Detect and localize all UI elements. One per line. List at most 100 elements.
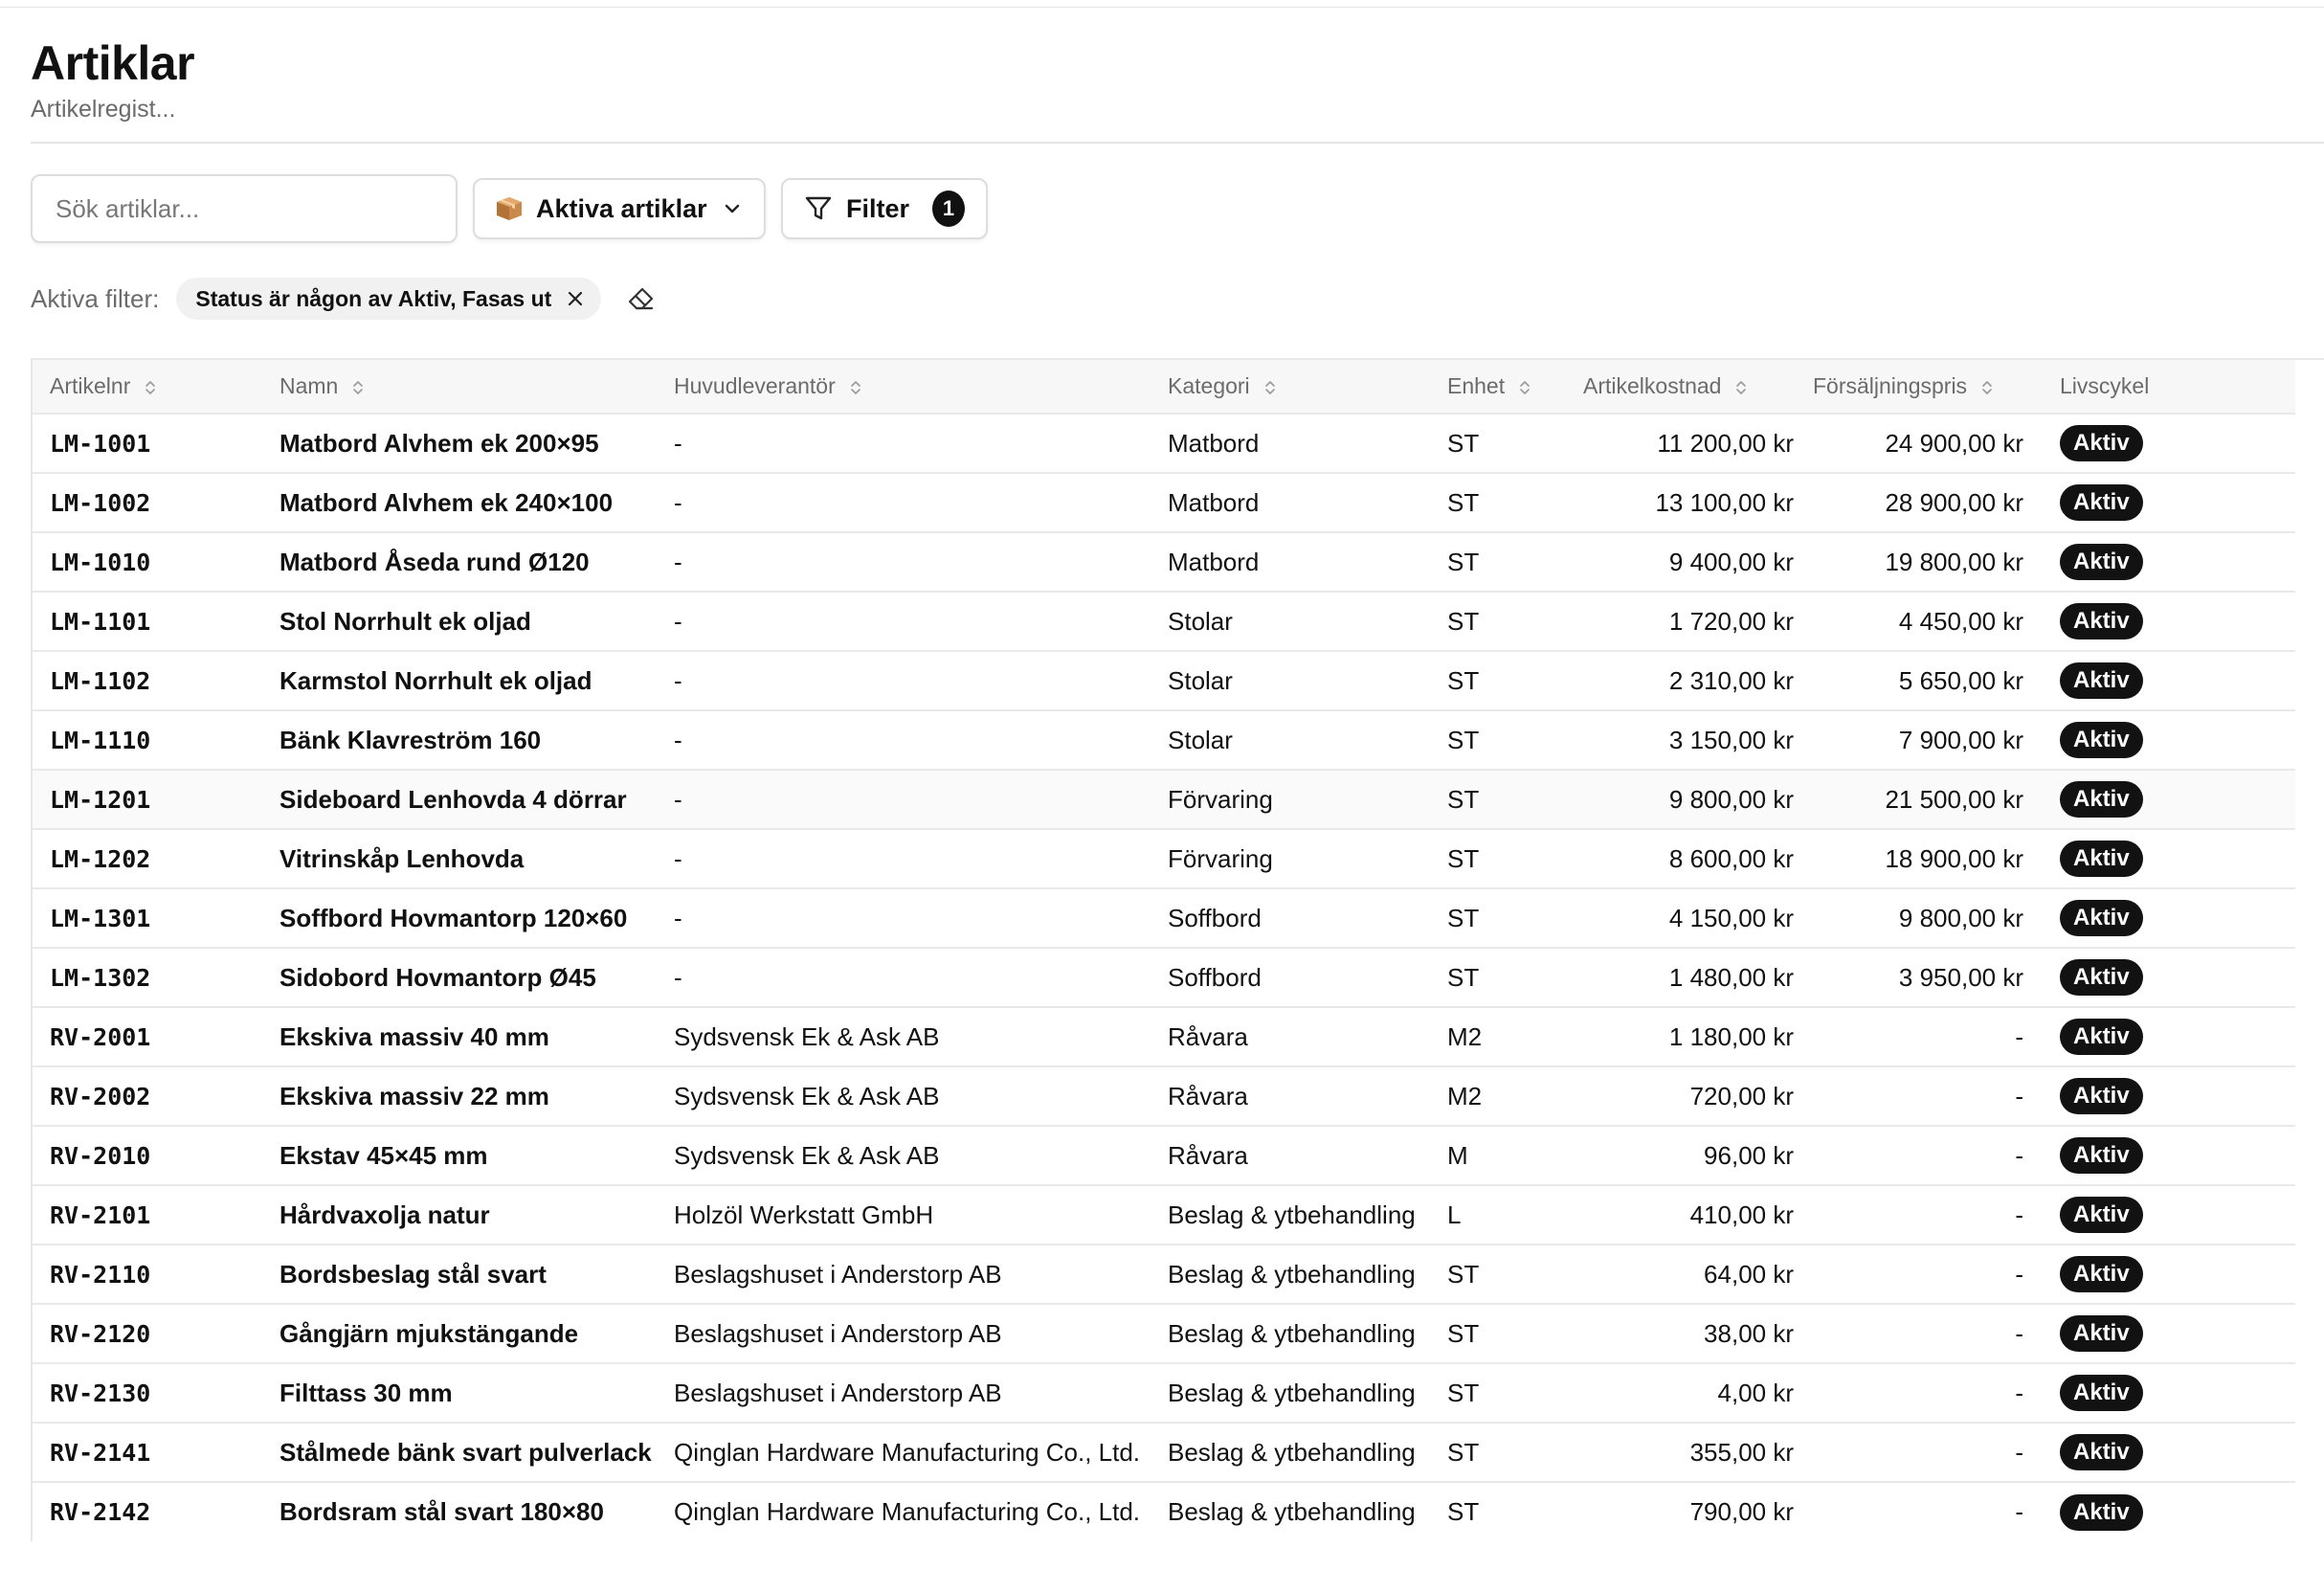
cell-artikelnr: LM-1302 — [50, 963, 151, 992]
table-row[interactable]: LM-1110 Bänk Klavreström 160 - Stolar ST 3 15… — [33, 710, 2295, 770]
cell-artikelkostnad: 3 150,00 kr — [1668, 725, 1794, 754]
status-badge: Aktiv — [2060, 425, 2143, 461]
cell-artikelkostnad: 720,00 kr — [1689, 1081, 1794, 1110]
cell-forsaljningspris: - — [2015, 1021, 2023, 1051]
filter-button[interactable]: Filter 1 — [781, 178, 988, 239]
cell-kategori: Beslag & ytbehandling — [1168, 1497, 1416, 1526]
status-badge: Aktiv — [2060, 544, 2143, 580]
table-row[interactable]: RV-2101 Hårdvaxolja natur Holzöl Werkstatt… — [33, 1185, 2295, 1245]
table-row[interactable]: RV-2001 Ekskiva massiv 40 mm Sydsvensk Ek … — [33, 1007, 2295, 1066]
articles-table-container: Artikelnr Namn Huvudleverantör Kategori … — [31, 358, 2324, 1541]
table-row[interactable]: RV-2142 Bordsram stål svart 180×80 Qinglan… — [33, 1482, 2295, 1541]
cell-enhet: ST — [1447, 903, 1480, 932]
table-row[interactable]: LM-1302 Sidobord Hovmantorp Ø45 - Soffbord S… — [33, 948, 2295, 1007]
cell-kategori: Beslag & ytbehandling — [1168, 1259, 1416, 1289]
cell-huvudleverantor: Qinglan Hardware Manufacturing Co., Ltd. — [674, 1437, 1141, 1467]
cell-livscykel: Aktiv — [2043, 1245, 2295, 1304]
article-status-select[interactable]: Aktiva artiklar — [473, 178, 766, 239]
cell-artikelkostnad: 13 100,00 kr — [1655, 487, 1794, 517]
table-row[interactable]: LM-1002 Matbord Alvhem ek 240×100 - Matbord… — [33, 473, 2295, 532]
cell-enhet: ST — [1447, 1497, 1480, 1526]
cell-enhet: ST — [1447, 843, 1480, 873]
cell-artikelkostnad: 11 200,00 kr — [1657, 428, 1794, 458]
cell-livscykel: Aktiv — [2043, 770, 2295, 829]
cell-huvudleverantor: - — [674, 428, 682, 458]
table-row[interactable]: RV-2110 Bordsbeslag stål svart Beslagshuse… — [33, 1245, 2295, 1304]
status-badge: Aktiv — [2060, 1019, 2143, 1055]
cell-forsaljningspris: 21 500,00 kr — [1885, 784, 2023, 814]
sort-icon — [353, 381, 364, 394]
cell-namn: Bänk Klavreström 160 — [279, 725, 542, 754]
column-header-huvudleverantor[interactable]: Huvudleverantör — [657, 360, 1151, 414]
status-badge: Aktiv — [2060, 662, 2143, 699]
cell-artikelkostnad: 64,00 kr — [1704, 1259, 1794, 1289]
cell-artikelnr: RV-2142 — [50, 1498, 151, 1526]
cell-livscykel: Aktiv — [2043, 1185, 2295, 1245]
column-header-kategori[interactable]: Kategori — [1151, 360, 1430, 414]
table-row[interactable]: RV-2141 Stålmede bänk svart pulverlack Qin… — [33, 1423, 2295, 1482]
eraser-icon[interactable] — [626, 283, 657, 314]
cell-artikelnr: RV-2010 — [50, 1141, 151, 1170]
table-row[interactable]: RV-2120 Gångjärn mjukstängande Beslagshuse… — [33, 1304, 2295, 1363]
cell-huvudleverantor: - — [674, 606, 682, 636]
cell-kategori: Stolar — [1168, 606, 1233, 636]
package-icon — [496, 196, 523, 221]
cell-kategori: Råvara — [1168, 1021, 1248, 1051]
cell-kategori: Beslag & ytbehandling — [1168, 1378, 1416, 1407]
cell-forsaljningspris: 28 900,00 kr — [1885, 487, 2023, 517]
cell-huvudleverantor: - — [674, 725, 682, 754]
close-icon[interactable] — [567, 290, 584, 307]
table-row[interactable]: LM-1001 Matbord Alvhem ek 200×95 - Matbord S… — [33, 414, 2295, 473]
cell-forsaljningspris: 18 900,00 kr — [1885, 843, 2023, 873]
table-row[interactable]: LM-1202 Vitrinskåp Lenhovda - Förvaring ST 8 … — [33, 829, 2295, 888]
column-header-artikelnr[interactable]: Artikelnr — [33, 360, 262, 414]
cell-artikelkostnad: 355,00 kr — [1689, 1437, 1794, 1467]
cell-livscykel: Aktiv — [2043, 592, 2295, 651]
active-filters: Aktiva filter: Status är någon av Aktiv,… — [31, 278, 657, 320]
cell-forsaljningspris: 5 650,00 kr — [1898, 665, 2023, 695]
table-row[interactable]: LM-1010 Matbord Åseda rund Ø120 - Matbord ST… — [33, 532, 2295, 592]
status-badge: Aktiv — [2060, 1137, 2143, 1174]
table-row[interactable]: LM-1102 Karmstol Norrhult ek oljad - Stolar… — [33, 651, 2295, 710]
cell-kategori: Råvara — [1168, 1081, 1248, 1110]
cell-kategori: Matbord — [1168, 547, 1260, 576]
column-header-artikelkostnad[interactable]: Artikelkostnad — [1583, 360, 1813, 414]
cell-enhet: M2 — [1447, 1021, 1483, 1051]
table-row[interactable]: RV-2010 Ekstav 45×45 mm Sydsvensk Ek & Ask… — [33, 1126, 2295, 1185]
cell-namn: Vitrinskåp Lenhovda — [279, 843, 525, 873]
cell-artikelnr: LM-1301 — [50, 904, 151, 932]
table-row[interactable]: RV-2130 Filttass 30 mm Beslagshuset i Ande… — [33, 1363, 2295, 1423]
status-badge: Aktiv — [2060, 1434, 2143, 1470]
status-badge: Aktiv — [2060, 603, 2143, 639]
table-row[interactable]: LM-1301 Soffbord Hovmantorp 120×60 - Soffbo… — [33, 888, 2295, 948]
cell-artikelnr: RV-2141 — [50, 1438, 151, 1467]
filter-chip[interactable]: Status är någon av Aktiv, Fasas ut — [176, 278, 602, 320]
column-header-enhet[interactable]: Enhet — [1430, 360, 1583, 414]
cell-namn: Ekstav 45×45 mm — [279, 1140, 488, 1170]
cell-huvudleverantor: Sydsvensk Ek & Ask AB — [674, 1021, 940, 1051]
cell-huvudleverantor: Sydsvensk Ek & Ask AB — [674, 1081, 940, 1110]
cell-forsaljningspris: - — [2015, 1081, 2023, 1110]
cell-forsaljningspris: 19 800,00 kr — [1885, 547, 2023, 576]
cell-kategori: Soffbord — [1168, 962, 1262, 992]
cell-kategori: Matbord — [1168, 428, 1260, 458]
cell-livscykel: Aktiv — [2043, 1304, 2295, 1363]
cell-artikelkostnad: 4,00 kr — [1717, 1378, 1795, 1407]
cell-huvudleverantor: - — [674, 547, 682, 576]
cell-enhet: ST — [1447, 1378, 1480, 1407]
cell-kategori: Beslag & ytbehandling — [1168, 1200, 1416, 1229]
table-row[interactable]: LM-1101 Stol Norrhult ek oljad - Stolar ST 1 … — [33, 592, 2295, 651]
cell-forsaljningspris: - — [2015, 1259, 2023, 1289]
table-row[interactable]: RV-2002 Ekskiva massiv 22 mm Sydsvensk Ek … — [33, 1066, 2295, 1126]
cell-artikelnr: LM-1110 — [50, 726, 151, 754]
search-input[interactable] — [31, 174, 458, 243]
column-header-namn[interactable]: Namn — [262, 360, 657, 414]
cell-artikelnr: RV-2002 — [50, 1082, 151, 1110]
cell-huvudleverantor: - — [674, 487, 682, 517]
cell-artikelnr: RV-2120 — [50, 1319, 151, 1348]
status-badge: Aktiv — [2060, 722, 2143, 758]
status-badge: Aktiv — [2060, 484, 2143, 521]
table-row[interactable]: LM-1201 Sideboard Lenhovda 4 dörrar - Förva… — [33, 770, 2295, 829]
cell-enhet: ST — [1447, 606, 1480, 636]
column-header-forsaljningspris[interactable]: Försäljningspris — [1813, 360, 2043, 414]
